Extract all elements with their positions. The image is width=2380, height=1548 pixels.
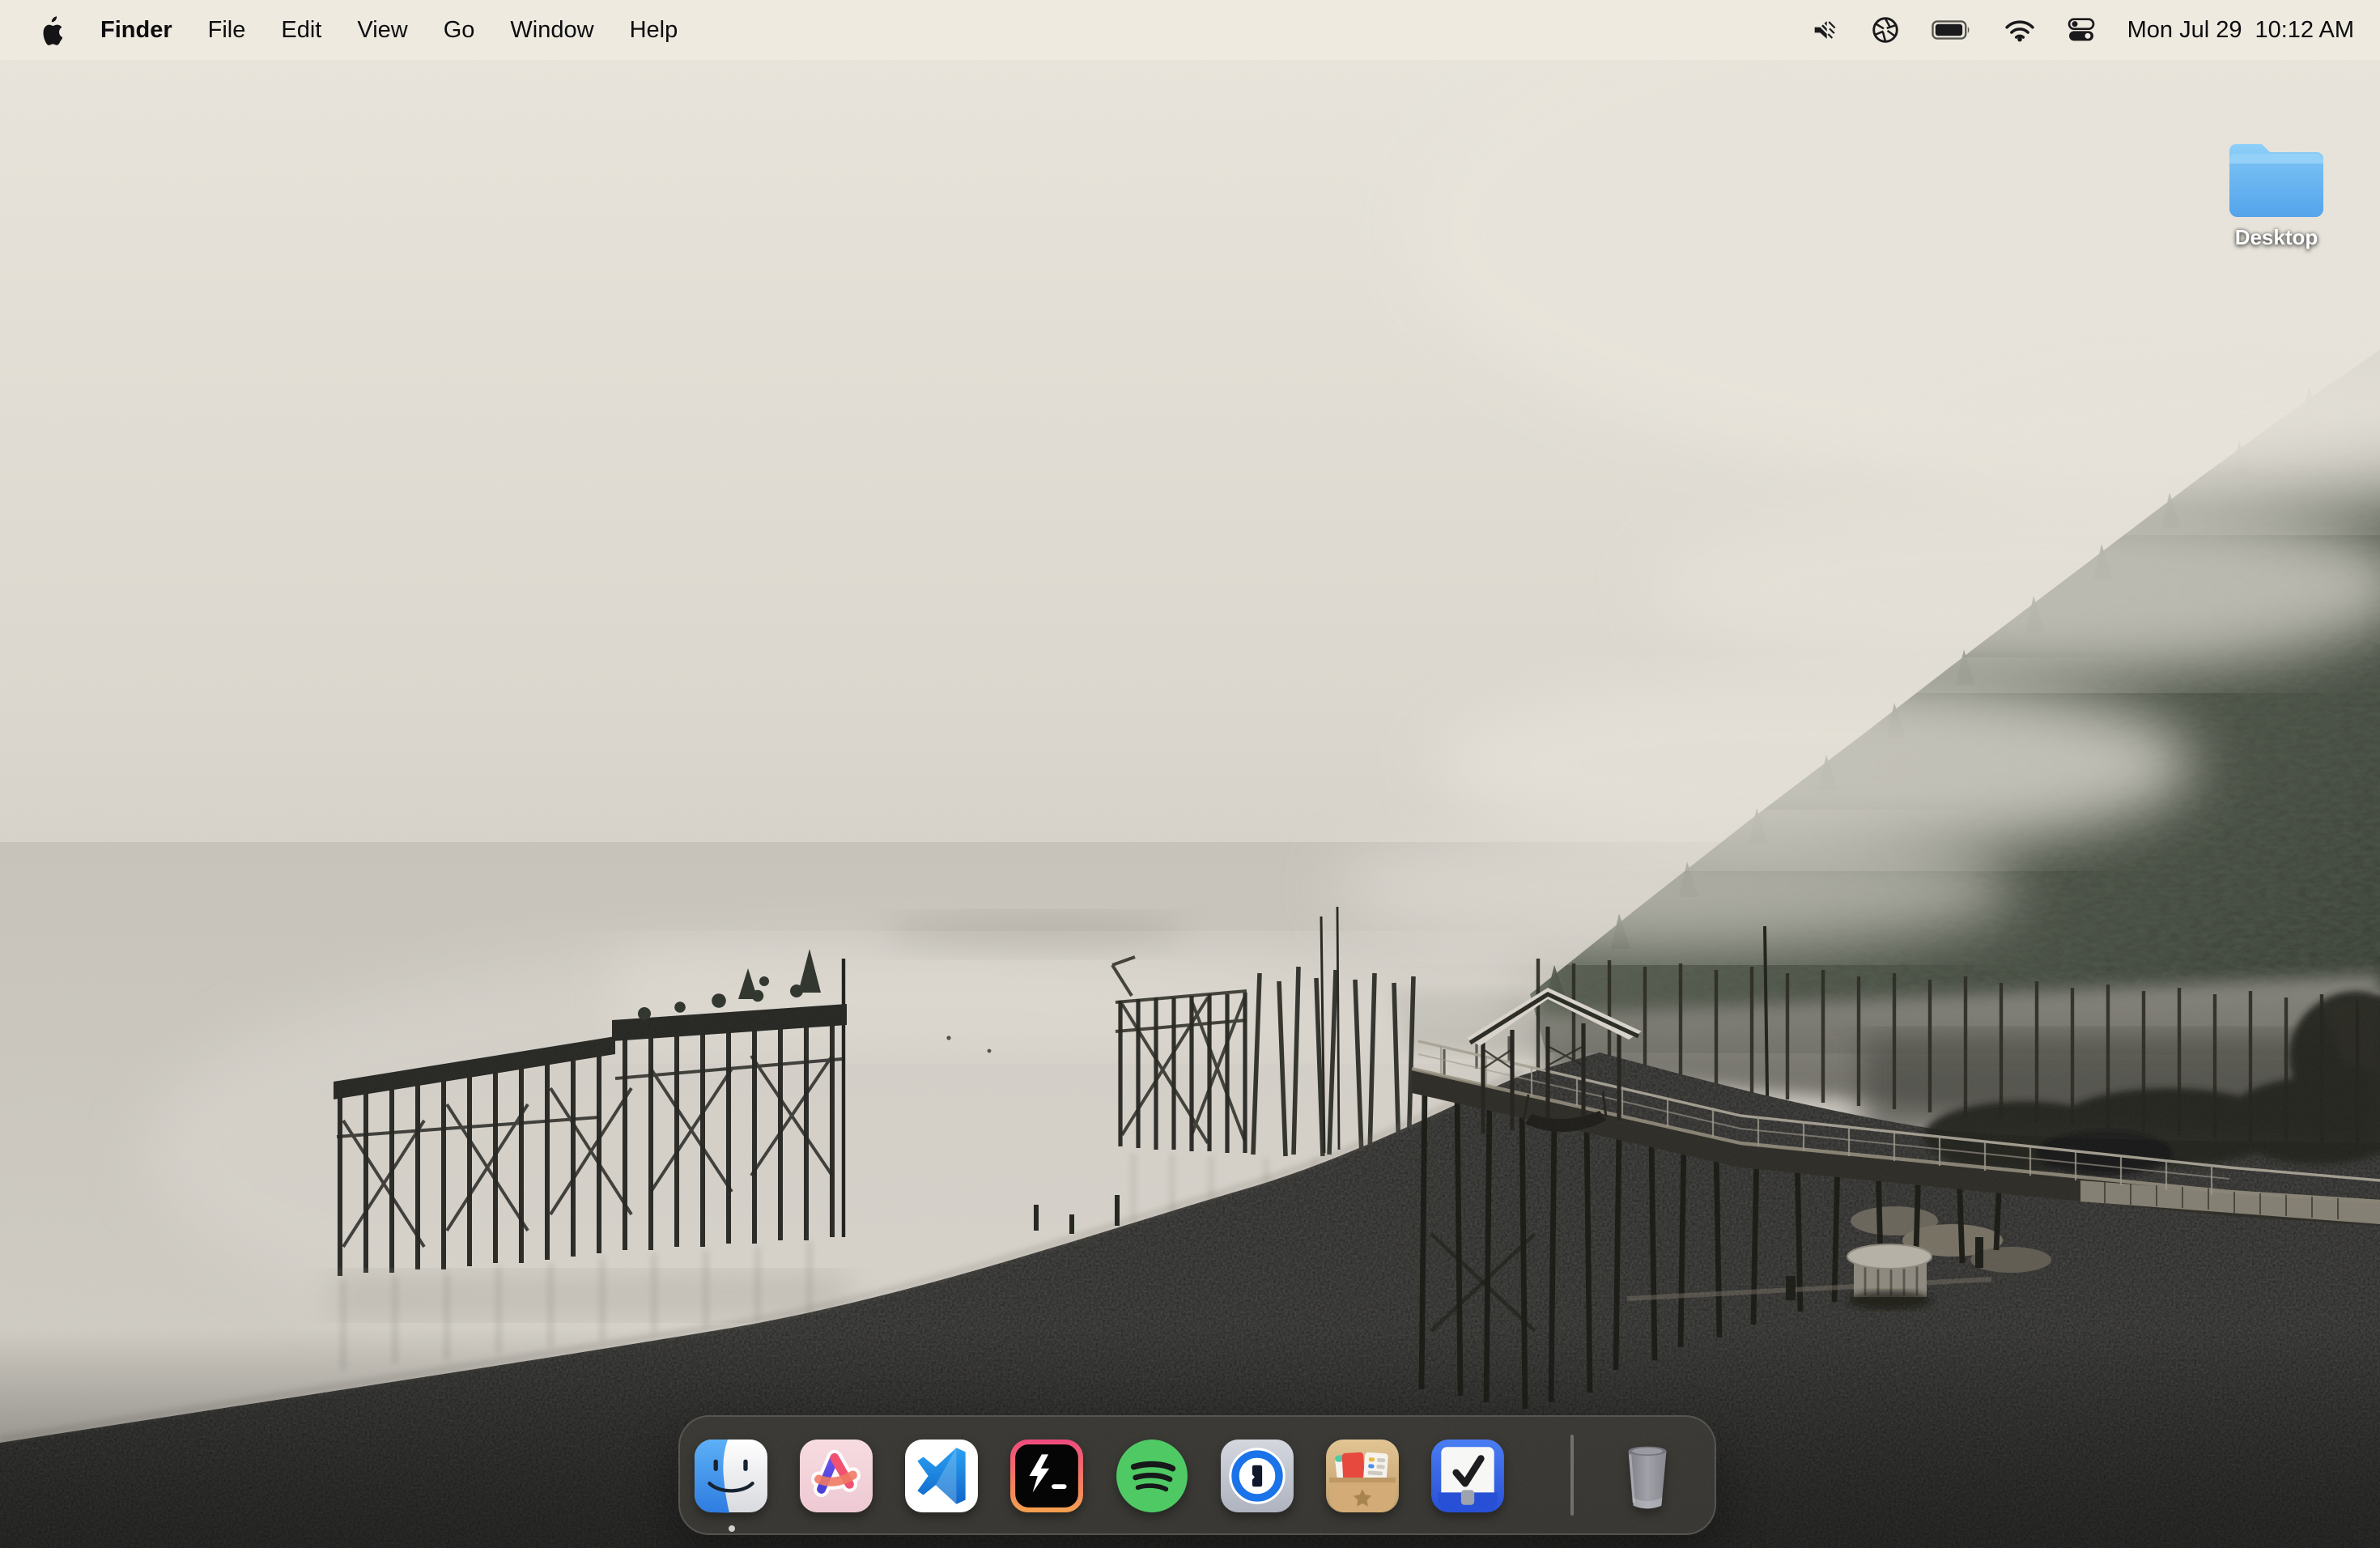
wifi-icon[interactable] [1988,0,2051,60]
finder-running-indicator [728,1525,734,1531]
finder-icon [693,1437,769,1513]
dock-item-warp-terminal[interactable] [1009,1437,1085,1513]
menu-bar: Finder File Edit View Go Window Help [0,0,2380,60]
clock-date: Mon Jul 29 [2127,17,2242,43]
tasks-app-icon [1430,1437,1506,1513]
menu-bar-left: Finder File Edit View Go Window Help [0,0,695,60]
apple-logo-icon [40,15,65,45]
dock-item-spotify[interactable] [1114,1437,1190,1513]
arc-browser-icon [798,1437,874,1513]
dock-item-vscode[interactable] [903,1437,980,1513]
dock-separator [1570,1435,1574,1516]
dock-item-tasks-app[interactable] [1430,1437,1506,1513]
spotify-icon [1114,1437,1190,1513]
cards-box-app-icon [1324,1437,1400,1513]
menu-view[interactable]: View [339,0,425,60]
battery-icon[interactable] [1915,0,1988,60]
menu-file[interactable]: File [190,0,264,60]
menu-bar-clock[interactable]: Mon Jul 29 10:12 AM [2111,17,2364,43]
menu-go[interactable]: Go [426,0,493,60]
desktop-area[interactable]: Desktop [0,60,2380,1548]
volume-muted-icon[interactable] [1796,0,1855,60]
dock [678,1415,1716,1535]
active-app-menu[interactable]: Finder [83,0,190,60]
clock-time: 10:12 AM [2255,17,2354,43]
dock-item-trash[interactable] [1609,1437,1685,1513]
warp-terminal-icon [1009,1437,1085,1513]
dock-item-finder[interactable] [693,1437,769,1513]
menu-edit[interactable]: Edit [263,0,339,60]
control-center-icon[interactable] [2051,0,2111,60]
one-password-icon [1219,1437,1295,1513]
dock-item-cards-box-app[interactable] [1324,1437,1400,1513]
folder-icon [2226,138,2327,219]
apple-menu[interactable] [23,0,83,60]
trash-icon [1609,1437,1685,1513]
vscode-icon [903,1437,980,1513]
dock-item-arc-browser[interactable] [798,1437,874,1513]
menu-window[interactable]: Window [492,0,611,60]
desktop-screen: Finder File Edit View Go Window Help [0,0,2380,1548]
menu-bar-status: Mon Jul 29 10:12 AM [1796,0,2380,60]
desktop-folder[interactable]: Desktop [2202,138,2351,249]
aperture-icon[interactable] [1855,0,1915,60]
dock-item-one-password[interactable] [1219,1437,1295,1513]
menu-help[interactable]: Help [612,0,696,60]
desktop-folder-label: Desktop [2235,225,2318,249]
